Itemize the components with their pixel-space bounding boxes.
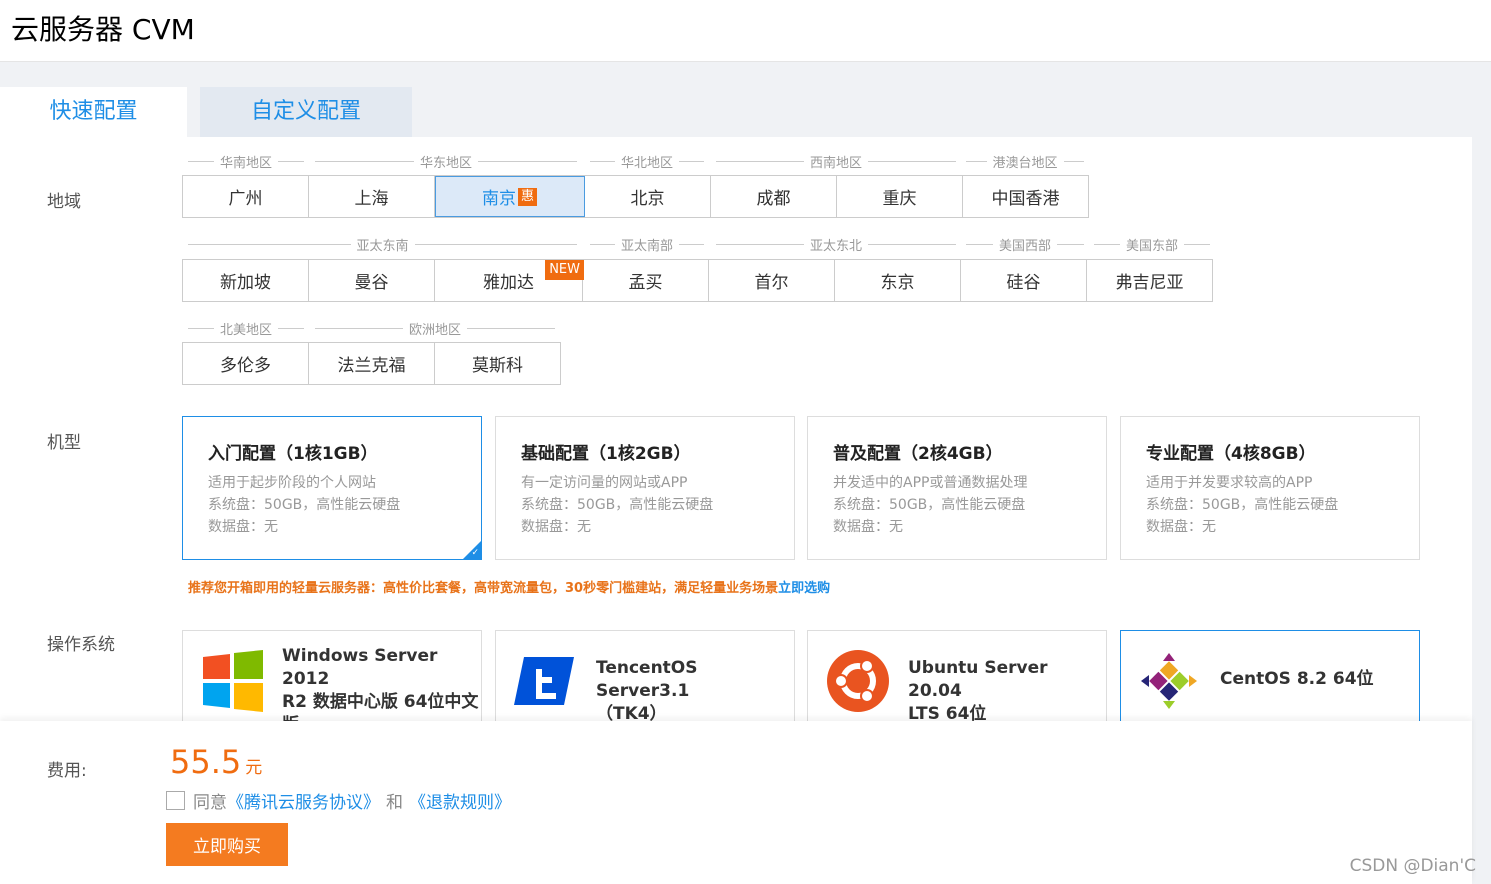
card-data: 数据盘：无 <box>1146 519 1216 535</box>
os-name: CentOS 8.2 64位 <box>1220 669 1374 689</box>
card-title: 入门配置（1核1GB） <box>208 444 378 464</box>
page-title: 云服务器 CVM <box>11 13 195 46</box>
centos-icon <box>1141 653 1197 709</box>
order-footer: 费用: 55.5 元 同意 《腾讯云服务协议》 和 《退款规则》 立即购买 <box>0 721 1472 884</box>
card-disk: 系统盘：50GB，高性能云硬盘 <box>1146 497 1339 513</box>
group-label: 美国西部 <box>966 237 1085 254</box>
card-desc: 适用于并发要求较高的APP <box>1146 475 1313 491</box>
os-card-windows[interactable]: Windows Server 2012 R2 数据中心版 64位中文 版 <box>182 630 482 730</box>
service-agreement-link[interactable]: 《腾讯云服务协议》 <box>227 788 380 813</box>
group-label: 港澳台地区 <box>966 154 1085 171</box>
region-jakarta-label: 雅加达 <box>483 273 534 293</box>
region-frankfurt[interactable]: 法兰克福 <box>309 343 435 384</box>
machine-card-entry[interactable]: 入门配置（1核1GB） 适用于起步阶段的个人网站 系统盘：50GB，高性能云硬盘… <box>182 416 482 560</box>
tab-quick-config[interactable]: 快速配置 <box>0 87 187 137</box>
region-nanjing[interactable]: 南京惠 <box>435 176 585 217</box>
os-label: 操作系统 <box>47 635 115 655</box>
card-data: 数据盘：无 <box>833 519 903 535</box>
os-card-tencentos[interactable]: TencentOS Server3.1 （TK4） <box>495 630 795 730</box>
card-disk: 系统盘：50GB，高性能云硬盘 <box>521 497 714 513</box>
region-hongkong[interactable]: 中国香港 <box>963 176 1089 217</box>
os-name: Windows Server 2012 R2 数据中心版 64位中文 版 <box>282 646 479 729</box>
promo-text: 推荐您开箱即用的轻量云服务器：高性价比套餐，高带宽流量包，30秒零门槛建站，满足… <box>188 577 830 596</box>
region-label: 地域 <box>47 192 81 212</box>
card-data: 数据盘：无 <box>208 519 278 535</box>
card-title: 专业配置（4核8GB） <box>1146 444 1316 464</box>
price-value: 55.5 <box>170 743 242 781</box>
machine-card-standard[interactable]: 普及配置（2核4GB） 并发适中的APP或普通数据处理 系统盘：50GB，高性能… <box>807 416 1107 560</box>
region-beijing[interactable]: 北京 <box>585 176 711 217</box>
card-desc: 并发适中的APP或普通数据处理 <box>833 475 1028 491</box>
region-singapore[interactable]: 新加坡 <box>183 260 309 301</box>
group-label: 华南地区 <box>188 154 305 171</box>
agree-and: 和 <box>386 793 403 813</box>
agree-checkbox[interactable] <box>166 791 185 810</box>
price-unit: 元 <box>245 758 263 778</box>
config-panel: 地域 华南地区 华东地区 华北地区 西南地区 港澳台地区 广州 上海 南京惠 北… <box>0 137 1472 730</box>
card-disk: 系统盘：50GB，高性能云硬盘 <box>208 497 401 513</box>
buy-now-button[interactable]: 立即购买 <box>166 823 288 866</box>
page-header: 云服务器 CVM <box>0 0 1491 62</box>
region-silicon-valley[interactable]: 硅谷 <box>961 260 1087 301</box>
right-gutter <box>1472 62 1491 884</box>
card-title: 基础配置（1核2GB） <box>521 444 691 464</box>
windows-icon <box>203 650 263 712</box>
refund-rules-link[interactable]: 《退款规则》 <box>409 788 511 813</box>
check-icon: ✓ <box>471 548 479 558</box>
card-desc: 适用于起步阶段的个人网站 <box>208 475 376 491</box>
region-row-1: 广州 上海 南京惠 北京 成都 重庆 中国香港 <box>182 175 1089 218</box>
card-desc: 有一定访问量的网站或APP <box>521 475 688 491</box>
group-label: 亚太南部 <box>590 237 705 254</box>
region-seoul[interactable]: 首尔 <box>709 260 835 301</box>
region-moscow[interactable]: 莫斯科 <box>435 343 561 384</box>
promo-link[interactable]: 立即选购 <box>778 581 830 596</box>
region-mumbai[interactable]: 孟买 <box>583 260 709 301</box>
discount-badge: 惠 <box>517 187 537 206</box>
agree-prefix: 同意 <box>193 793 227 813</box>
config-tabs: 快速配置 自定义配置 <box>0 87 1491 137</box>
tencentos-icon <box>514 657 574 705</box>
group-label: 北美地区 <box>188 321 305 338</box>
machine-card-pro[interactable]: 专业配置（4核8GB） 适用于并发要求较高的APP 系统盘：50GB，高性能云硬… <box>1120 416 1420 560</box>
region-virginia[interactable]: 弗吉尼亚 <box>1087 260 1213 301</box>
group-label: 西南地区 <box>716 154 957 171</box>
card-data: 数据盘：无 <box>521 519 591 535</box>
group-label: 华北地区 <box>590 154 705 171</box>
region-row-2: 新加坡 曼谷 雅加达 NEW 孟买 首尔 东京 硅谷 弗吉尼亚 <box>182 259 1213 302</box>
card-title: 普及配置（2核4GB） <box>833 444 1003 464</box>
new-badge: NEW <box>545 260 584 280</box>
group-label: 亚太东北 <box>716 237 957 254</box>
region-chengdu[interactable]: 成都 <box>711 176 837 217</box>
group-label: 华东地区 <box>315 154 578 171</box>
price: 55.5 元 <box>170 743 262 781</box>
os-name: Ubuntu Server 20.04 LTS 64位 <box>908 658 1048 724</box>
ubuntu-icon <box>827 650 889 712</box>
region-guangzhou[interactable]: 广州 <box>183 176 309 217</box>
os-card-ubuntu[interactable]: Ubuntu Server 20.04 LTS 64位 <box>807 630 1107 730</box>
machine-label: 机型 <box>47 433 81 453</box>
region-bangkok[interactable]: 曼谷 <box>309 260 435 301</box>
fee-label: 费用: <box>47 761 87 781</box>
os-name: TencentOS Server3.1 （TK4） <box>596 658 698 724</box>
region-row-3: 多伦多 法兰克福 莫斯科 <box>182 342 561 385</box>
os-card-centos[interactable]: CentOS 8.2 64位 <box>1120 630 1420 730</box>
watermark: CSDN @Dian'C <box>1349 856 1476 876</box>
region-jakarta[interactable]: 雅加达 NEW <box>435 260 584 301</box>
group-label: 美国东部 <box>1094 237 1211 254</box>
group-label: 欧洲地区 <box>315 321 556 338</box>
region-tokyo[interactable]: 东京 <box>835 260 961 301</box>
region-shanghai[interactable]: 上海 <box>309 176 435 217</box>
agreement-row: 同意 《腾讯云服务协议》 和 《退款规则》 <box>166 788 511 813</box>
tab-custom-config[interactable]: 自定义配置 <box>200 87 412 137</box>
region-toronto[interactable]: 多伦多 <box>183 343 309 384</box>
region-nanjing-label: 南京 <box>481 189 516 209</box>
promo-message: 推荐您开箱即用的轻量云服务器：高性价比套餐，高带宽流量包，30秒零门槛建站，满足… <box>188 581 779 596</box>
region-chongqing[interactable]: 重庆 <box>837 176 963 217</box>
group-label: 亚太东南 <box>188 237 578 254</box>
card-disk: 系统盘：50GB，高性能云硬盘 <box>833 497 1026 513</box>
machine-card-basic[interactable]: 基础配置（1核2GB） 有一定访问量的网站或APP 系统盘：50GB，高性能云硬… <box>495 416 795 560</box>
